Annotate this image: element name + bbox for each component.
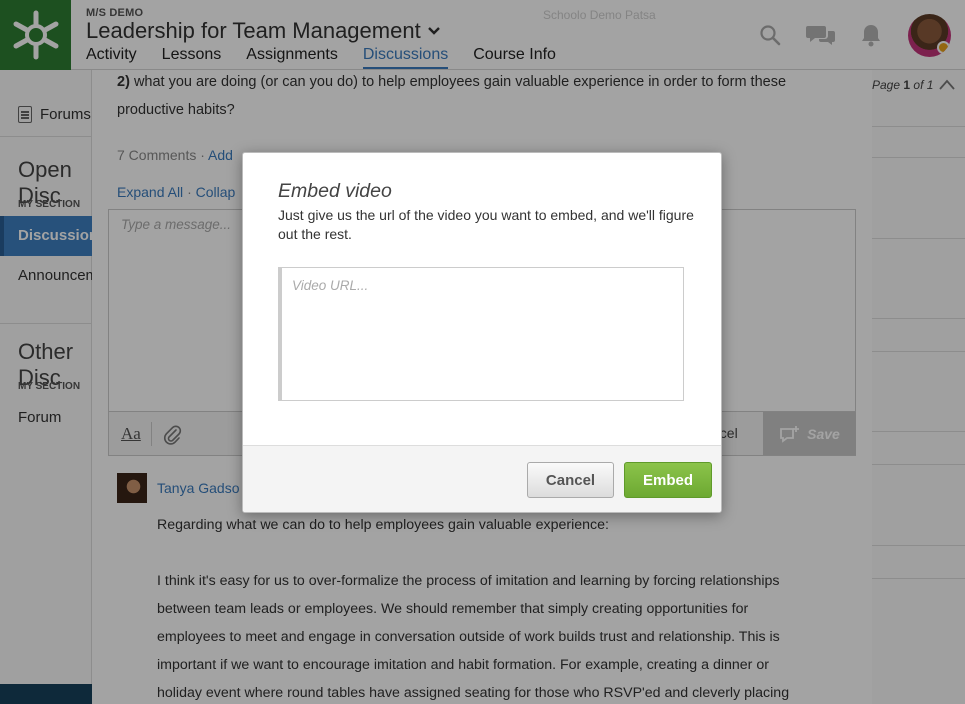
dialog-description: Just give us the url of the video you wa… xyxy=(278,207,694,242)
embed-video-dialog: Embed video Just give us the url of the … xyxy=(242,152,722,513)
dialog-footer: Cancel Embed xyxy=(243,445,721,512)
embed-button[interactable]: Embed xyxy=(624,462,712,498)
cancel-button[interactable]: Cancel xyxy=(527,462,614,498)
dialog-title: Embed video xyxy=(278,180,392,202)
video-url-input[interactable] xyxy=(278,267,684,401)
